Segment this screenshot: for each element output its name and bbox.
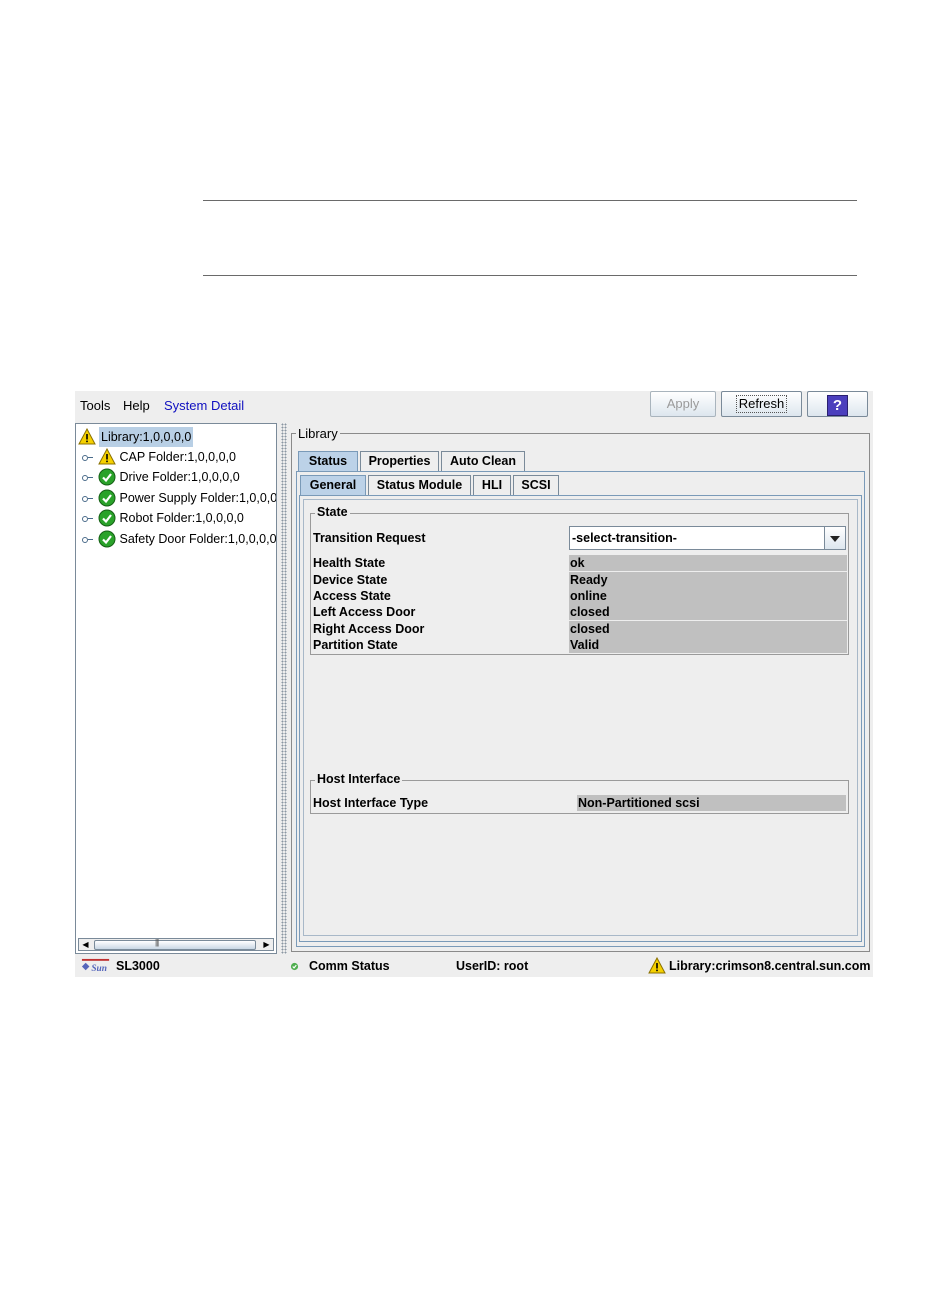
panel-title: Library	[296, 426, 340, 441]
tab-properties[interactable]: Properties	[360, 451, 439, 471]
ok-check-icon	[98, 489, 116, 507]
comm-status: Comm Status	[309, 959, 390, 973]
field-label: Right Access Door	[313, 622, 425, 636]
expand-handle-icon[interactable]	[82, 513, 93, 523]
help-button[interactable]: ?	[807, 391, 868, 417]
menu-tools[interactable]: Tools	[80, 398, 110, 413]
tab-scsi[interactable]: SCSI	[513, 475, 559, 495]
apply-button[interactable]: Apply	[650, 391, 716, 417]
transition-request-select[interactable]: -select-transition-	[569, 526, 846, 550]
status-bar: Sun SL3000 Comm Status UserID: root Libr…	[75, 955, 873, 977]
expand-handle-icon[interactable]	[82, 493, 93, 503]
warning-icon	[98, 447, 117, 465]
grip-icon: |||	[155, 938, 159, 947]
state-group-title: State	[315, 505, 350, 519]
user-id: UserID: root	[456, 959, 529, 973]
ok-check-icon	[98, 509, 116, 527]
scroll-right-icon[interactable]: ▶	[260, 939, 273, 950]
field-label: Access State	[313, 589, 391, 603]
field-label: Device State	[313, 573, 388, 587]
svg-text:Sun: Sun	[91, 964, 107, 974]
comm-status-icon	[290, 962, 299, 971]
field-value: ok	[569, 555, 847, 571]
horizontal-scrollbar[interactable]: ◀ ||| ▶	[78, 938, 274, 951]
refresh-button[interactable]: Refresh	[721, 391, 802, 417]
host-interface-group-title: Host Interface	[315, 772, 403, 786]
warning-icon	[78, 427, 96, 445]
tree-node-label: Power Supply Folder:1,0,0,0,	[119, 490, 277, 505]
status-tab-panel: General Status Module HLI SCSI State Tra…	[296, 471, 865, 947]
field-label: Partition State	[313, 638, 398, 652]
apply-label: Apply	[666, 396, 700, 411]
tree-node-label: Library:1,0,0,0,0	[99, 426, 194, 447]
field-label: Left Access Door	[313, 605, 416, 619]
help-icon: ?	[827, 395, 848, 416]
divider-top	[203, 200, 857, 201]
tree-node-cap-folder[interactable]: CAP Folder:1,0,0,0,0	[82, 446, 236, 466]
expand-handle-icon[interactable]	[82, 452, 93, 462]
general-tab-panel: State Transition Request -select-transit…	[299, 495, 862, 942]
library-panel: Library Status Properties Auto Clean Gen…	[291, 426, 870, 952]
field-label: Health State	[313, 556, 386, 570]
host-interface-type-value: Non-Partitioned scsi	[577, 795, 846, 811]
tree-node-label: Safety Door Folder:1,0,0,0,0	[119, 531, 277, 546]
field-value: closed	[569, 604, 847, 620]
field-value: Ready	[569, 572, 847, 588]
tab-status[interactable]: Status	[298, 451, 358, 472]
expand-handle-icon[interactable]	[82, 472, 93, 482]
pane-splitter[interactable]	[281, 423, 287, 954]
tree-node-label: Drive Folder:1,0,0,0,0	[119, 469, 240, 484]
library-host: Library:crimson8.central.sun.com	[669, 959, 871, 973]
transition-request-label: Transition Request	[313, 531, 426, 545]
host-interface-type-label: Host Interface Type	[313, 796, 429, 810]
sun-logo-icon: Sun	[81, 958, 110, 974]
refresh-label: Refresh	[738, 396, 785, 411]
field-value: Valid	[569, 637, 847, 653]
toolbar: Tools Help System Detail Apply Refresh ?	[75, 391, 873, 421]
general-content: State Transition Request -select-transit…	[303, 499, 858, 936]
expand-handle-icon[interactable]	[82, 534, 93, 544]
tab-auto-clean[interactable]: Auto Clean	[441, 451, 525, 471]
tree-node-robot-folder[interactable]: Robot Folder:1,0,0,0,0	[82, 507, 244, 527]
menu-system-detail[interactable]: System Detail	[164, 398, 244, 413]
state-group: State Transition Request -select-transit…	[310, 505, 849, 655]
tab-status-module[interactable]: Status Module	[368, 475, 471, 495]
host-interface-group: Host Interface Host Interface Type Non-P…	[310, 772, 849, 814]
ok-check-icon	[98, 468, 116, 486]
tree-node-drive-folder[interactable]: Drive Folder:1,0,0,0,0	[82, 466, 240, 486]
scroll-left-icon[interactable]: ◀	[79, 939, 92, 950]
ok-check-icon	[98, 530, 116, 548]
tree-node-power-supply-folder[interactable]: Power Supply Folder:1,0,0,0,	[82, 487, 277, 507]
tree-node-label: Robot Folder:1,0,0,0,0	[119, 510, 244, 525]
warning-icon	[648, 957, 666, 974]
field-value: closed	[569, 621, 847, 637]
chevron-down-icon[interactable]	[824, 527, 845, 549]
tree-node-label: CAP Folder:1,0,0,0,0	[119, 449, 236, 464]
field-value: online	[569, 588, 847, 604]
menu-help[interactable]: Help	[123, 398, 150, 413]
tab-general[interactable]: General	[300, 475, 366, 496]
transition-request-value: -select-transition-	[572, 531, 677, 545]
product-name: SL3000	[116, 959, 160, 973]
divider-bottom	[203, 275, 857, 276]
tree-node-library[interactable]: Library:1,0,0,0,0	[78, 426, 194, 447]
tree-node-safety-door-folder[interactable]: Safety Door Folder:1,0,0,0,0	[82, 528, 277, 548]
scroll-thumb[interactable]	[94, 940, 256, 950]
app-window: Tools Help System Detail Apply Refresh ?…	[75, 391, 873, 977]
tab-hli[interactable]: HLI	[473, 475, 511, 495]
navigation-tree: Library:1,0,0,0,0 CAP Folder:1,0,0,0,0 D…	[75, 423, 277, 954]
